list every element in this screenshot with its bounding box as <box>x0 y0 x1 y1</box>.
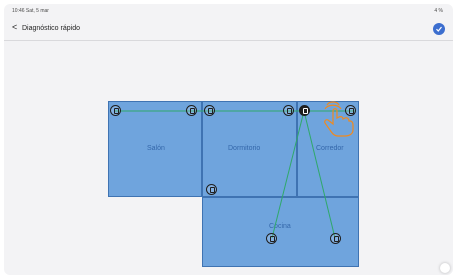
room-label-corredor: Corredor <box>316 145 344 152</box>
device-icon[interactable] <box>110 105 121 116</box>
device-icon[interactable] <box>186 105 197 116</box>
room-label-dormitorio: Dormitorio <box>228 145 261 152</box>
device-frame: 10:46 Sat, 5 mar 4 % < Diagnóstico rápid… <box>0 0 457 279</box>
device-icon[interactable] <box>204 105 215 116</box>
room-salon[interactable]: Salón <box>108 101 202 197</box>
room-dormitorio[interactable]: Dormitorio <box>202 101 297 197</box>
room-cocina[interactable]: Cocina <box>202 197 359 267</box>
device-icon[interactable] <box>330 233 341 244</box>
device-icon[interactable] <box>266 233 277 244</box>
status-indicators: 4 % <box>434 8 443 14</box>
back-button[interactable]: < <box>12 22 17 32</box>
page-title: Diagnóstico rápido <box>22 25 80 32</box>
room-label-cocina: Cocina <box>269 223 291 230</box>
check-icon[interactable] <box>433 23 445 35</box>
status-bar: 10:46 Sat, 5 mar 4 % <box>4 4 453 18</box>
app-bar: < Diagnóstico rápido <box>4 18 453 40</box>
floor-plan-canvas[interactable]: Salón Dormitorio Corredor Cocina <box>4 41 453 275</box>
device-icon[interactable] <box>206 184 217 195</box>
floating-indicator <box>440 263 450 273</box>
router-icon[interactable] <box>299 105 310 116</box>
room-label-salon: Salón <box>147 145 165 152</box>
device-icon[interactable] <box>283 105 294 116</box>
screen: 10:46 Sat, 5 mar 4 % < Diagnóstico rápid… <box>4 4 453 275</box>
status-time: 10:46 Sat, 5 mar <box>12 8 49 14</box>
tap-hand-icon <box>324 101 354 137</box>
